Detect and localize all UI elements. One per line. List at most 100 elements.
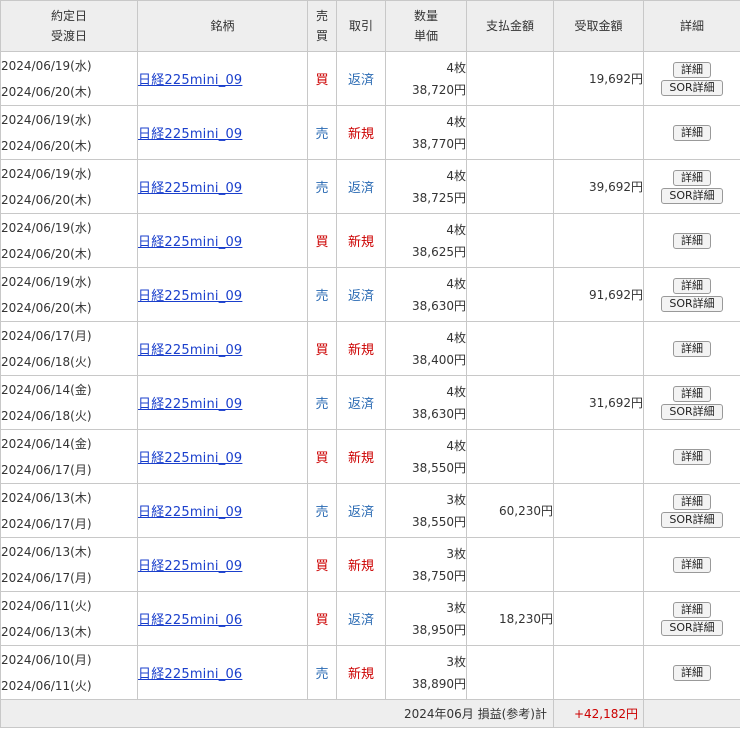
recv-amount: 19,692円 xyxy=(553,51,644,106)
trade-date: 2024/06/13(木) xyxy=(1,490,92,505)
sor-detail-button[interactable]: SOR詳細 xyxy=(661,619,723,636)
instrument-link[interactable]: 日経225mini_09 xyxy=(138,505,242,520)
summary-empty xyxy=(643,699,740,728)
trade-date: 2024/06/19(水) xyxy=(1,58,92,73)
settle-date: 2024/06/13(木) xyxy=(1,624,92,639)
name-cell: 日経225mini_09 xyxy=(137,105,308,160)
name-cell: 日経225mini_09 xyxy=(137,537,308,592)
detail-button[interactable]: 詳細 xyxy=(673,448,711,465)
sor-detail-button[interactable]: SOR詳細 xyxy=(661,79,723,96)
qty-price-cell: 4枚 38,720円 xyxy=(385,51,467,106)
header-qty-price: 数量 単価 xyxy=(385,0,467,52)
detail-cell: 詳細 SOR詳細 xyxy=(643,483,740,538)
qty-price-cell: 4枚 38,630円 xyxy=(385,375,467,430)
quantity: 3枚 xyxy=(446,654,466,669)
side-cell: 売 xyxy=(307,267,337,322)
settle-date: 2024/06/17(月) xyxy=(1,570,92,585)
qty-price-cell: 3枚 38,750円 xyxy=(385,537,467,592)
header-dates: 約定日 受渡日 xyxy=(0,0,138,52)
recv-amount xyxy=(553,591,644,646)
detail-button[interactable]: 詳細 xyxy=(673,277,711,294)
settle-date: 2024/06/20(木) xyxy=(1,192,92,207)
side-cell: 買 xyxy=(307,51,337,106)
qty-price-cell: 4枚 38,550円 xyxy=(385,429,467,484)
table-row: 2024/06/19(水) 2024/06/20(木) 日経225mini_09… xyxy=(0,51,740,106)
pay-amount xyxy=(466,267,554,322)
type-cell: 返済 xyxy=(336,591,386,646)
settle-date: 2024/06/20(木) xyxy=(1,138,92,153)
pay-amount xyxy=(466,51,554,106)
instrument-link[interactable]: 日経225mini_09 xyxy=(138,181,242,196)
settle-date: 2024/06/17(月) xyxy=(1,462,92,477)
table-row: 2024/06/19(水) 2024/06/20(木) 日経225mini_09… xyxy=(0,159,740,214)
table-row: 2024/06/19(水) 2024/06/20(木) 日経225mini_09… xyxy=(0,267,740,322)
pay-amount xyxy=(466,537,554,592)
detail-button[interactable]: 詳細 xyxy=(673,124,711,141)
instrument-link[interactable]: 日経225mini_09 xyxy=(138,397,242,412)
settle-date: 2024/06/11(火) xyxy=(1,678,92,693)
instrument-link[interactable]: 日経225mini_09 xyxy=(138,343,242,358)
date-cell: 2024/06/13(木) 2024/06/17(月) xyxy=(0,537,138,592)
side-cell: 買 xyxy=(307,591,337,646)
name-cell: 日経225mini_09 xyxy=(137,429,308,484)
side-cell: 売 xyxy=(307,645,337,700)
detail-button[interactable]: 詳細 xyxy=(673,340,711,357)
qty-price-cell: 3枚 38,950円 xyxy=(385,591,467,646)
header-side: 売買 xyxy=(307,0,337,52)
detail-button[interactable]: 詳細 xyxy=(673,232,711,249)
sor-detail-button[interactable]: SOR詳細 xyxy=(661,403,723,420)
pay-amount xyxy=(466,429,554,484)
detail-button[interactable]: 詳細 xyxy=(673,169,711,186)
instrument-link[interactable]: 日経225mini_09 xyxy=(138,235,242,250)
settle-date: 2024/06/18(火) xyxy=(1,408,92,423)
trade-date: 2024/06/19(水) xyxy=(1,166,92,181)
type-cell: 新規 xyxy=(336,645,386,700)
instrument-link[interactable]: 日経225mini_09 xyxy=(138,127,242,142)
side-cell: 買 xyxy=(307,537,337,592)
detail-button[interactable]: 詳細 xyxy=(673,61,711,78)
recv-amount xyxy=(553,213,644,268)
instrument-link[interactable]: 日経225mini_09 xyxy=(138,559,242,574)
name-cell: 日経225mini_09 xyxy=(137,375,308,430)
qty-price-cell: 4枚 38,725円 xyxy=(385,159,467,214)
trade-date: 2024/06/19(水) xyxy=(1,112,92,127)
type-cell: 新規 xyxy=(336,429,386,484)
detail-cell: 詳細 xyxy=(643,213,740,268)
unit-price: 38,890円 xyxy=(412,676,466,691)
qty-price-cell: 3枚 38,550円 xyxy=(385,483,467,538)
trade-date: 2024/06/19(水) xyxy=(1,274,92,289)
qty-price-cell: 3枚 38,890円 xyxy=(385,645,467,700)
recv-amount xyxy=(553,105,644,160)
instrument-link[interactable]: 日経225mini_06 xyxy=(138,613,242,628)
table-row: 2024/06/19(水) 2024/06/20(木) 日経225mini_09… xyxy=(0,213,740,268)
pay-amount xyxy=(466,213,554,268)
date-cell: 2024/06/11(火) 2024/06/13(木) xyxy=(0,591,138,646)
unit-price: 38,400円 xyxy=(412,352,466,367)
quantity: 4枚 xyxy=(446,114,466,129)
detail-button[interactable]: 詳細 xyxy=(673,385,711,402)
trade-date: 2024/06/17(月) xyxy=(1,328,92,343)
detail-button[interactable]: 詳細 xyxy=(673,664,711,681)
type-cell: 新規 xyxy=(336,105,386,160)
pay-amount xyxy=(466,645,554,700)
detail-button[interactable]: 詳細 xyxy=(673,601,711,618)
quantity: 4枚 xyxy=(446,222,466,237)
detail-button[interactable]: 詳細 xyxy=(673,493,711,510)
instrument-link[interactable]: 日経225mini_06 xyxy=(138,667,242,682)
date-cell: 2024/06/19(水) 2024/06/20(木) xyxy=(0,213,138,268)
instrument-link[interactable]: 日経225mini_09 xyxy=(138,73,242,88)
side-cell: 買 xyxy=(307,213,337,268)
quantity: 3枚 xyxy=(446,492,466,507)
detail-cell: 詳細 SOR詳細 xyxy=(643,267,740,322)
qty-price-cell: 4枚 38,400円 xyxy=(385,321,467,376)
sor-detail-button[interactable]: SOR詳細 xyxy=(661,511,723,528)
summary-value: +42,182円 xyxy=(553,699,644,728)
detail-button[interactable]: 詳細 xyxy=(673,556,711,573)
instrument-link[interactable]: 日経225mini_09 xyxy=(138,451,242,466)
instrument-link[interactable]: 日経225mini_09 xyxy=(138,289,242,304)
trade-date: 2024/06/14(金) xyxy=(1,382,92,397)
qty-price-cell: 4枚 38,770円 xyxy=(385,105,467,160)
sor-detail-button[interactable]: SOR詳細 xyxy=(661,295,723,312)
sor-detail-button[interactable]: SOR詳細 xyxy=(661,187,723,204)
table-row: 2024/06/14(金) 2024/06/17(月) 日経225mini_09… xyxy=(0,429,740,484)
